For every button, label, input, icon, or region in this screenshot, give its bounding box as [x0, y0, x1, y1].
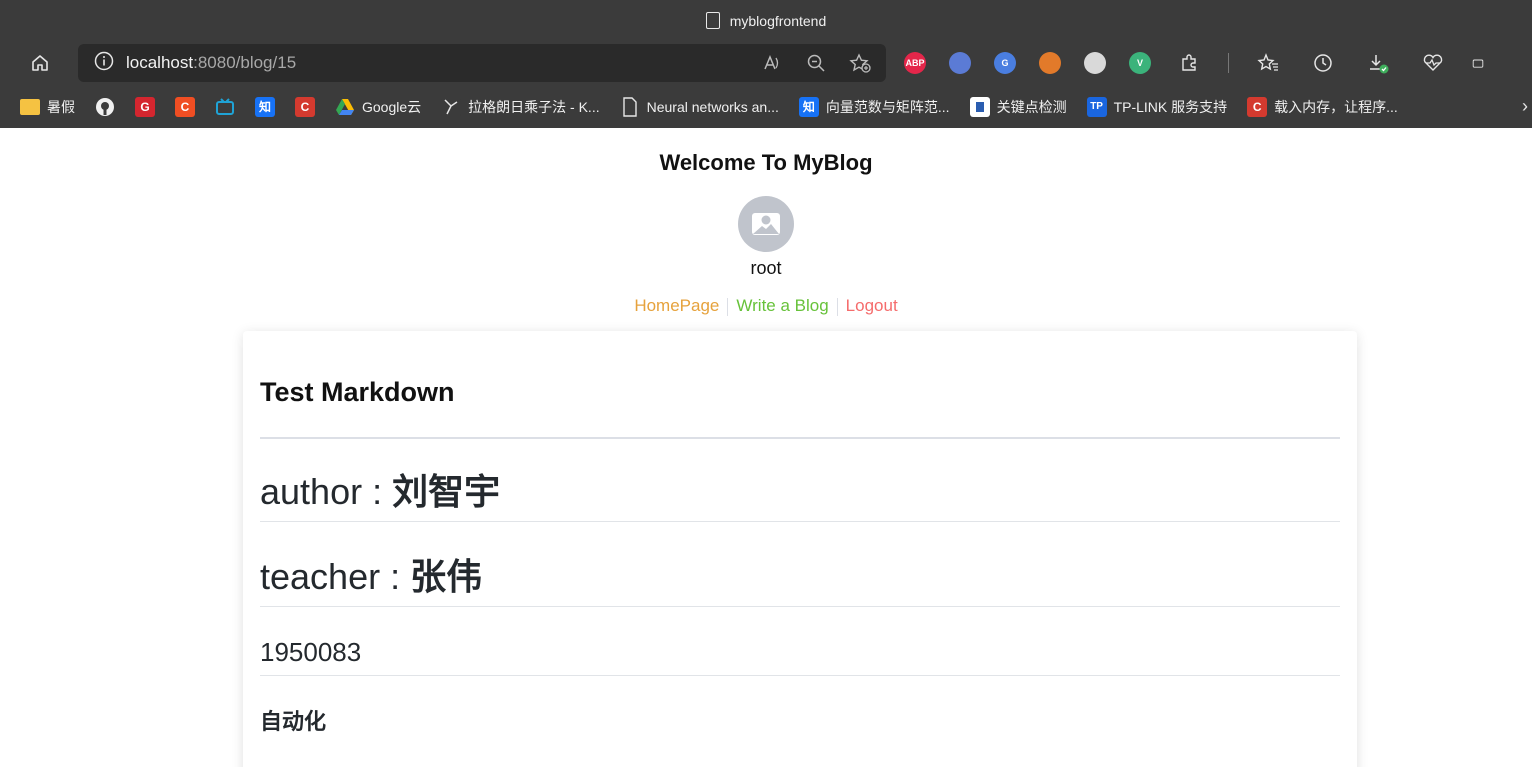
- nav-divider: [727, 297, 729, 316]
- nav-divider: [836, 297, 838, 316]
- bookmark-google-cloud-icon: [335, 97, 355, 117]
- bookmark-bilibili[interactable]: [215, 97, 235, 117]
- bookmark-memory[interactable]: C 载入内存，让程序...: [1247, 96, 1398, 117]
- blog-card: Test Markdown author : 刘智宇 teacher : 张伟 …: [243, 331, 1357, 767]
- avatar: [738, 196, 794, 252]
- performance-heart-icon[interactable]: [1417, 47, 1449, 79]
- nav-homepage-link[interactable]: HomePage: [628, 296, 725, 315]
- bookmark-label: 拉格朗日乘子法 - K...: [468, 98, 600, 115]
- zoom-out-icon[interactable]: [800, 47, 832, 79]
- address-bar[interactable]: localhost:8080/blog/15: [78, 44, 886, 82]
- bookmark-lagrange[interactable]: 拉格朗日乘子法 - K...: [441, 96, 600, 117]
- chevron-right-icon[interactable]: ›: [1522, 96, 1528, 117]
- bookmark-label: Neural networks an...: [646, 98, 779, 115]
- bookmark-tplink-icon: TP: [1086, 96, 1107, 117]
- bookmark-label: 暑假: [47, 98, 75, 115]
- username: root: [750, 258, 782, 278]
- bookmark-c2[interactable]: C: [295, 96, 315, 117]
- bookmark-neural[interactable]: Neural networks an...: [619, 96, 779, 117]
- author-name: 刘智宇: [392, 471, 501, 512]
- bookmark-c1-icon: C: [175, 96, 195, 117]
- google-translate-icon[interactable]: G: [994, 52, 1016, 74]
- major-heading: 自动化: [260, 709, 327, 734]
- page-content: Welcome To MyBlog root HomePage Write a B…: [0, 128, 1532, 767]
- bookmark-folder[interactable]: 暑假: [20, 97, 75, 117]
- bookmark-bilibili-icon: [215, 97, 235, 117]
- browser-title-bar: myblogfrontend: [0, 0, 1532, 41]
- abp-icon[interactable]: ABP: [904, 52, 926, 74]
- bookmark-g-icon: G: [135, 96, 155, 117]
- downloads-icon[interactable]: [1362, 47, 1394, 79]
- info-icon[interactable]: [94, 51, 114, 76]
- nav-menu: HomePage Write a Blog Logout: [0, 296, 1532, 316]
- favorites-icon[interactable]: [1252, 47, 1284, 79]
- student-id: 1950083: [260, 607, 1340, 676]
- bookmark-label: 载入内存，让程序...: [1274, 98, 1398, 115]
- bookmark-tplink[interactable]: TP TP-LINK 服务支持: [1086, 96, 1228, 117]
- bookmark-label: 向量范数与矩阵范...: [825, 98, 950, 115]
- bookmark-github-icon: [95, 96, 115, 117]
- blog-content: author : 刘智宇 teacher : 张伟 1950083 自动化: [260, 439, 1340, 736]
- shield-extension-icon[interactable]: [1084, 52, 1106, 74]
- nav-write-blog-link[interactable]: Write a Blog: [730, 296, 834, 315]
- bookmark-keypoint-icon: [969, 96, 990, 117]
- bookmark-github[interactable]: [95, 96, 115, 117]
- bookmark-neural-icon: [619, 96, 640, 117]
- teacher-heading: teacher : 张伟: [260, 522, 1340, 607]
- bookmark-lagrange-icon: [441, 96, 462, 117]
- bookmark-c1[interactable]: C: [175, 96, 195, 117]
- bird-extension-icon[interactable]: [949, 52, 971, 74]
- bookmark-folder-icon: [20, 98, 40, 115]
- vue-devtools-icon[interactable]: V: [1129, 52, 1151, 74]
- bookmark-label: Google云: [362, 98, 422, 115]
- add-favorite-icon[interactable]: [844, 47, 876, 79]
- bookmark-label: 关键点检测: [996, 98, 1067, 115]
- bookmark-zhihu-norm-icon: 知: [798, 96, 819, 117]
- author-heading: author : 刘智宇: [260, 439, 1340, 522]
- bookmark-zhihu-icon: 知: [255, 96, 275, 117]
- extensions-puzzle-icon[interactable]: [1173, 47, 1205, 79]
- bookmark-google-cloud[interactable]: Google云: [335, 97, 421, 117]
- bookmarks-bar: 暑假 G C 知 C Google云 拉格朗日乘子法 - K... Neural networ…: [0, 85, 1532, 128]
- tiger-extension-icon[interactable]: [1039, 52, 1061, 74]
- home-icon[interactable]: [24, 47, 56, 79]
- blog-title: Test Markdown: [260, 377, 1340, 439]
- teacher-name: 张伟: [410, 556, 483, 597]
- tab-title: myblogfrontend: [729, 12, 827, 29]
- bookmark-label: TP-LINK 服务支持: [1113, 98, 1228, 115]
- bookmark-zhihu-norm[interactable]: 知向量范数与矩阵范...: [798, 96, 950, 117]
- url-text[interactable]: localhost:8080/blog/15: [126, 53, 756, 73]
- nav-logout-link[interactable]: Logout: [840, 296, 904, 315]
- welcome-heading: Welcome To MyBlog: [659, 150, 873, 175]
- bookmark-c2-icon: C: [295, 96, 315, 117]
- bookmark-g[interactable]: G: [135, 96, 155, 117]
- teacher-label: teacher :: [260, 556, 411, 597]
- extensions-row: ABP G V: [904, 52, 1151, 74]
- document-icon: [705, 12, 720, 29]
- toolbar-divider: [1228, 53, 1229, 73]
- browser-toolbar: localhost:8080/blog/15 ABP G V: [0, 41, 1532, 85]
- read-aloud-icon[interactable]: [756, 47, 788, 79]
- bookmark-keypoint[interactable]: 关键点检测: [969, 96, 1067, 117]
- author-label: author :: [260, 471, 393, 512]
- bookmark-memory-icon: C: [1247, 96, 1268, 117]
- history-icon[interactable]: [1307, 47, 1339, 79]
- screenshot-icon[interactable]: [1472, 47, 1484, 79]
- bookmark-zhihu[interactable]: 知: [255, 96, 275, 117]
